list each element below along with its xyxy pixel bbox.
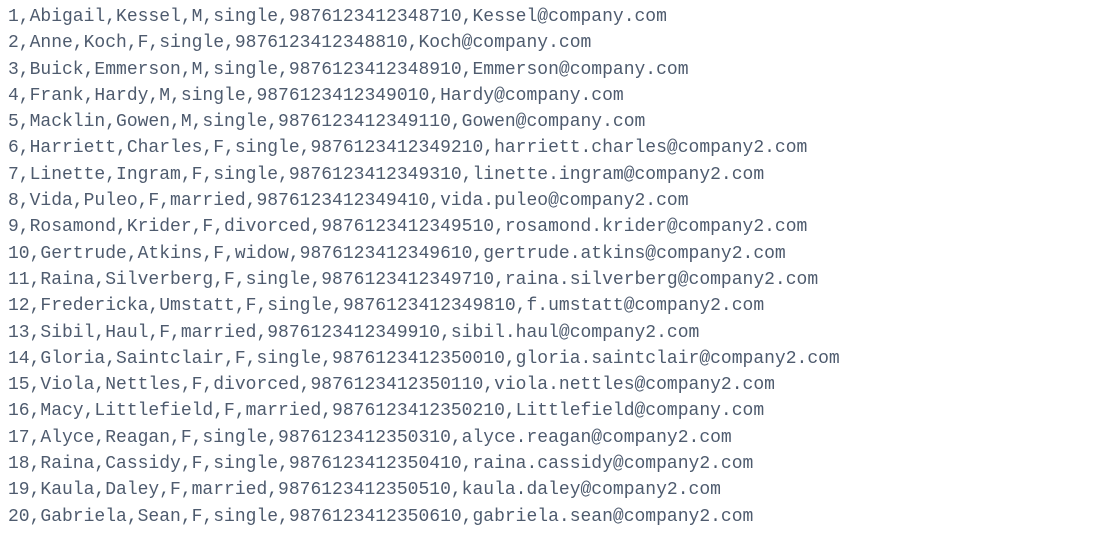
- csv-row: 16,Macy,Littlefield,F,married,9876123412…: [8, 398, 1109, 424]
- csv-row: 2,Anne,Koch,F,single,9876123412348810,Ko…: [8, 30, 1109, 56]
- csv-text-block: 1,Abigail,Kessel,M,single,98761234123487…: [8, 4, 1109, 530]
- csv-row: 10,Gertrude,Atkins,F,widow,9876123412349…: [8, 241, 1109, 267]
- csv-row: 11,Raina,Silverberg,F,single,98761234123…: [8, 267, 1109, 293]
- csv-row: 19,Kaula,Daley,F,married,987612341235051…: [8, 477, 1109, 503]
- csv-row: 5,Macklin,Gowen,M,single,987612341234911…: [8, 109, 1109, 135]
- csv-row: 6,Harriett,Charles,F,single,987612341234…: [8, 135, 1109, 161]
- csv-row: 12,Fredericka,Umstatt,F,single,987612341…: [8, 293, 1109, 319]
- csv-row: 9,Rosamond,Krider,F,divorced,98761234123…: [8, 214, 1109, 240]
- csv-row: 3,Buick,Emmerson,M,single,98761234123489…: [8, 57, 1109, 83]
- csv-row: 1,Abigail,Kessel,M,single,98761234123487…: [8, 4, 1109, 30]
- csv-row: 20,Gabriela,Sean,F,single,98761234123506…: [8, 504, 1109, 530]
- csv-row: 13,Sibil,Haul,F,married,9876123412349910…: [8, 320, 1109, 346]
- csv-row: 17,Alyce,Reagan,F,single,987612341235031…: [8, 425, 1109, 451]
- csv-row: 7,Linette,Ingram,F,single,98761234123493…: [8, 162, 1109, 188]
- csv-row: 8,Vida,Puleo,F,married,9876123412349410,…: [8, 188, 1109, 214]
- csv-row: 4,Frank,Hardy,M,single,9876123412349010,…: [8, 83, 1109, 109]
- csv-row: 18,Raina,Cassidy,F,single,98761234123504…: [8, 451, 1109, 477]
- csv-row: 15,Viola,Nettles,F,divorced,987612341235…: [8, 372, 1109, 398]
- csv-row: 14,Gloria,Saintclair,F,single,9876123412…: [8, 346, 1109, 372]
